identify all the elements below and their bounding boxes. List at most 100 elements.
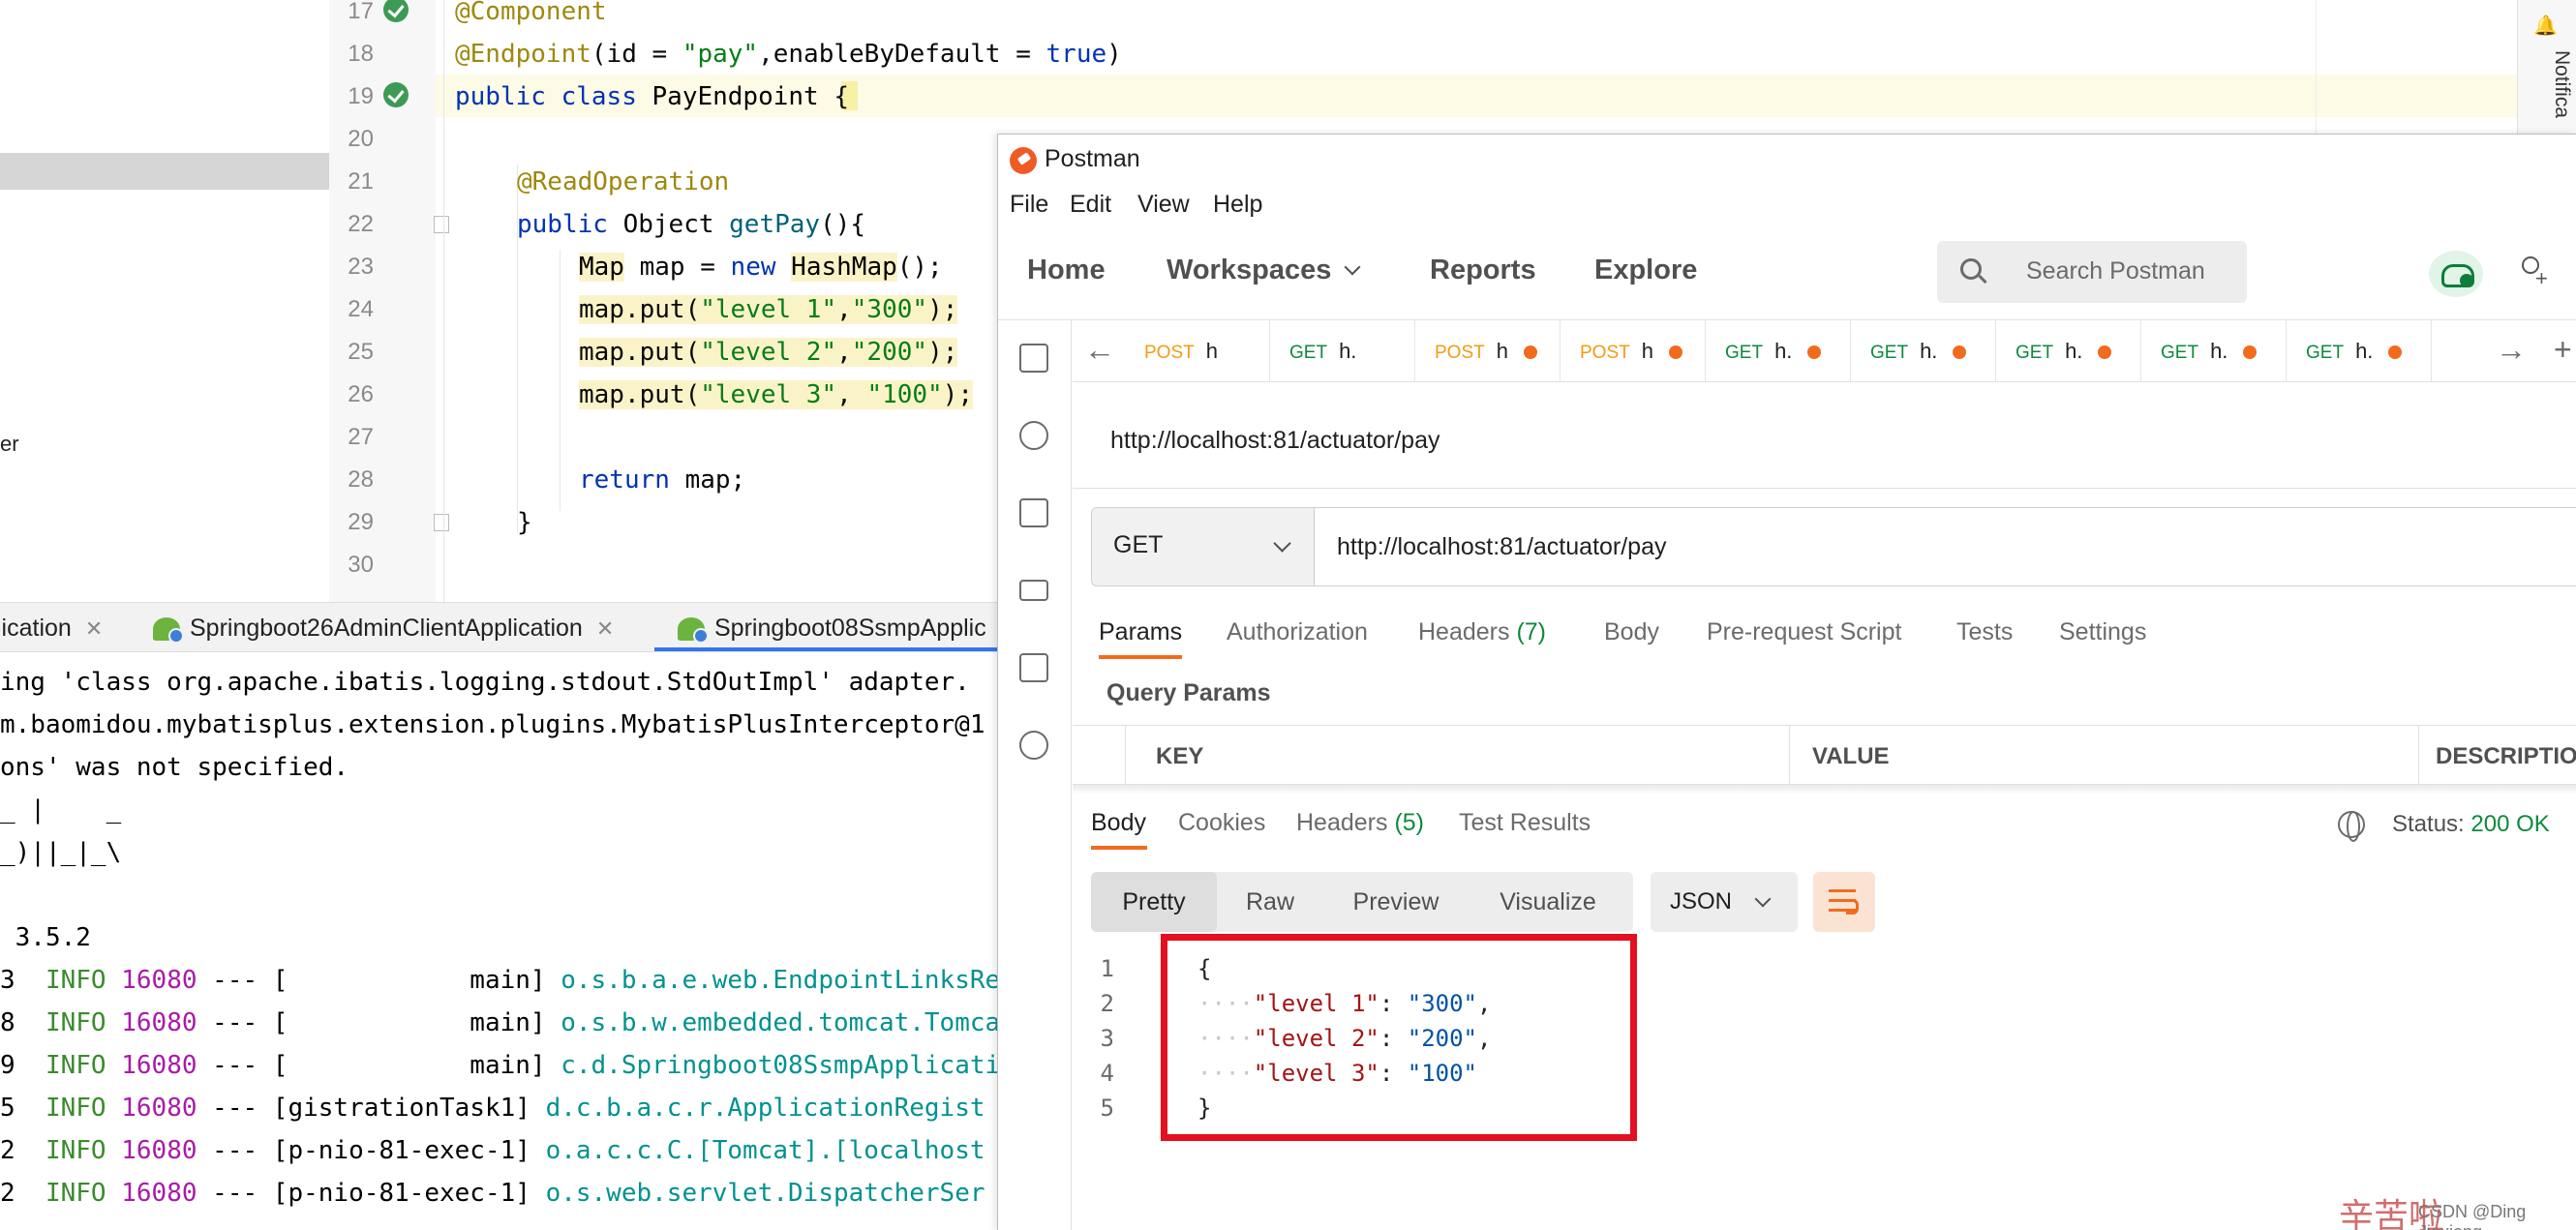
tab-prerequest-script[interactable]: Pre-request Script [1707,618,1901,646]
unchecked-call: map.put( [579,380,701,409]
url-bar: GET [1091,507,2576,586]
query-params-table: KEY VALUE DESCRIPTIO [1073,725,2576,786]
annotation: @Endpoint [455,40,591,69]
log-pid: 16080 [121,1094,197,1123]
log-level: INFO [45,1136,106,1165]
invite-user-icon[interactable] [2518,256,2548,291]
request-tab[interactable]: POST h [1415,320,1561,382]
view-mode-switch: Pretty Raw Preview Visualize [1091,872,1633,932]
chevron-down-icon [1344,258,1361,276]
request-tab[interactable]: GET h. [1706,320,1851,382]
arrow-right-icon[interactable]: → [2496,332,2527,368]
fold-marker-icon[interactable] [434,514,449,531]
request-tab[interactable]: POST h [1125,320,1270,382]
code-token: map; [669,465,746,495]
request-tab[interactable]: POST h [1561,320,1706,382]
globe-icon[interactable] [2338,811,2365,842]
log-thread: p-nio-81-exec-1] [288,1136,530,1165]
monitors-icon[interactable] [1019,653,1048,682]
close-icon[interactable]: ✕ [596,616,614,641]
request-tab[interactable]: GET h. [1851,320,1996,382]
arrow-left-icon[interactable]: ← [1084,332,1115,368]
wrap-lines-button[interactable] [1813,872,1875,932]
tab-name: h. [2355,339,2374,363]
tab-settings[interactable]: Settings [2059,618,2146,646]
nav-home[interactable]: Home [1027,255,1106,286]
pane-divider[interactable] [1073,785,2576,795]
view-visualize[interactable]: Visualize [1469,872,1627,932]
string-literal: "200" [851,338,928,367]
line-number: 21 [348,168,374,195]
view-raw[interactable]: Raw [1217,872,1323,932]
headers-count: (7) [1516,618,1547,645]
code-line-29: } [517,501,532,544]
code-token: , [836,338,852,367]
cloud-sync-icon[interactable] [2429,251,2483,297]
search-box[interactable]: Search Postman [1937,241,2247,303]
close-icon[interactable]: ✕ [85,616,103,641]
postman-sidebar [998,320,1072,1230]
project-item-fragment[interactable]: er [0,432,19,457]
log-line: 2 INFO 16080 --- [p-nio-81-exec-1] o.a.c… [0,1129,985,1172]
log-level: INFO [45,1094,106,1123]
project-selected-row[interactable] [0,153,329,190]
column-divider [2418,726,2419,786]
chevron-down-icon [1754,890,1772,908]
apis-icon[interactable] [1019,421,1048,450]
request-tab[interactable]: GET h. [2141,320,2287,382]
tab-tests[interactable]: Tests [1956,618,2013,646]
run-console[interactable]: ing 'class org.apache.ibatis.logging.std… [0,653,1007,1230]
view-preview[interactable]: Preview [1323,872,1469,932]
log-time-tail: 2 [0,1136,15,1165]
wrap-lines-icon [1829,887,1860,916]
menu-file[interactable]: File [1010,191,1048,219]
spring-bean-gutter-icon[interactable] [383,82,409,107]
tab-headers[interactable]: Headers (7) [1418,618,1546,646]
keyword: class [561,82,637,111]
tab-method: GET [2161,343,2199,363]
request-tab[interactable]: GET h. [1270,320,1415,382]
run-tab[interactable]: lication ✕ [0,603,103,653]
mock-servers-icon[interactable] [1019,580,1048,601]
notifications-tool-window[interactable]: Notifica [2550,50,2573,118]
request-tab[interactable]: GET h. [1996,320,2141,382]
nav-explore[interactable]: Explore [1594,255,1697,286]
menu-edit[interactable]: Edit [1070,191,1111,219]
log-level: INFO [45,1051,106,1080]
log-level: INFO [45,1008,106,1037]
log-sep: --- [ [197,1136,288,1165]
response-tab-cookies[interactable]: Cookies [1178,809,1265,837]
run-tab[interactable]: Springboot26AdminClientApplication ✕ [153,603,614,653]
method-name: getPay [729,210,821,239]
view-pretty[interactable]: Pretty [1091,872,1217,932]
request-name[interactable]: http://localhost:81/actuator/pay [1110,427,1440,455]
response-tab-test-results[interactable]: Test Results [1459,809,1591,837]
request-tab[interactable]: GET h. [2287,320,2432,382]
code-line-17: @Component [455,0,607,33]
environments-icon[interactable] [1019,498,1048,527]
log-logger: o.s.b.w.embedded.tomcat.Tomca [561,1008,1001,1037]
nav-reports[interactable]: Reports [1430,255,1536,286]
code-token: (); [896,253,943,282]
tab-authorization[interactable]: Authorization [1227,618,1368,646]
url-input[interactable] [1316,508,2576,585]
nav-workspaces[interactable]: Workspaces [1167,255,1361,286]
method-select[interactable]: GET [1092,508,1315,585]
run-tab-active[interactable]: Springboot08SsmpApplic [678,603,986,653]
bell-icon[interactable]: 🔔 [2533,14,2558,37]
format-select[interactable]: JSON [1651,872,1798,932]
history-icon[interactable] [1019,731,1048,760]
menu-view[interactable]: View [1137,191,1190,219]
response-tab-body[interactable]: Body [1091,809,1146,837]
tab-body[interactable]: Body [1604,618,1659,646]
line-number: 30 [348,552,374,578]
collections-icon[interactable] [1019,344,1048,373]
menu-help[interactable]: Help [1213,191,1262,219]
response-tab-headers[interactable]: Headers (5) [1296,809,1424,837]
fold-marker-icon[interactable] [434,216,449,233]
new-tab-plus-icon[interactable]: + [2554,332,2572,368]
tab-params[interactable]: Params [1099,618,1182,646]
spring-boot-icon [153,617,184,645]
query-params-label: Query Params [1106,679,1271,706]
code-line-26: map.put("level 3", "100"); [579,374,974,416]
